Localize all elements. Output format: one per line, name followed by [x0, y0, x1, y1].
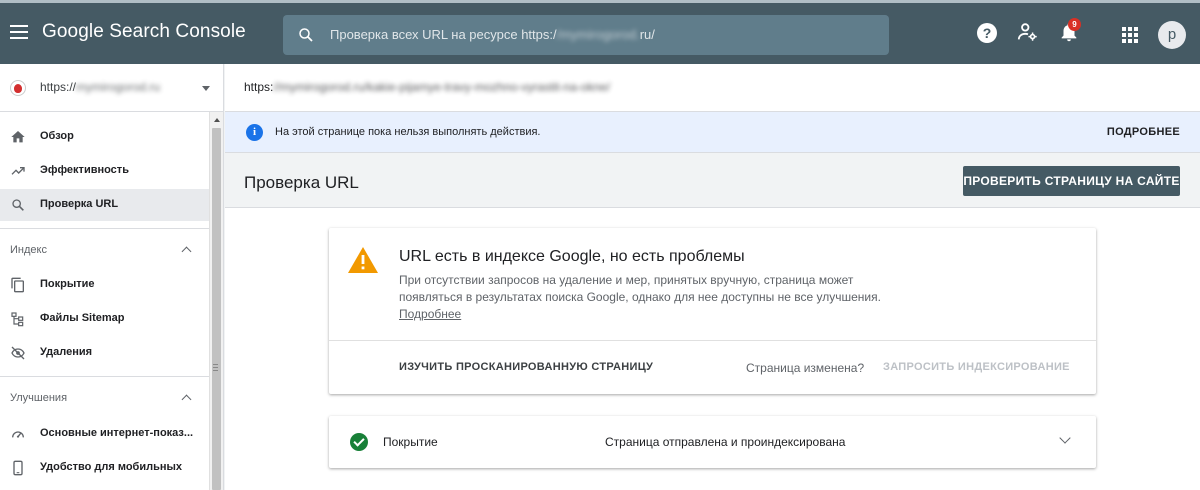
view-crawled-page-button[interactable]: ИЗУЧИТЬ ПРОСКАНИРОВАННУЮ СТРАНИЦУ [399, 361, 653, 373]
status-title: URL есть в индексе Google, но есть пробл… [399, 248, 745, 265]
page-changed-label: Страница изменена? [746, 361, 865, 375]
page-header: Проверка URL ПРОВЕРИТЬ СТРАНИЦУ НА САЙТЕ [225, 153, 1200, 208]
coverage-label: Покрытие [383, 435, 438, 449]
section-index[interactable]: Индекс [0, 240, 209, 264]
scrollbar-thumb[interactable] [212, 128, 221, 490]
chevron-down-icon[interactable] [1059, 432, 1071, 444]
sidebar-item-overview[interactable]: Обзор [0, 121, 209, 153]
scrollbar-grip-icon [213, 364, 218, 371]
sidebar-item-coverage[interactable]: Покрытие [0, 269, 209, 301]
search-icon [299, 28, 313, 42]
menu-icon[interactable] [10, 25, 28, 39]
app-title[interactable]: Google Search Console [42, 21, 246, 43]
divider [0, 376, 209, 377]
speed-gauge-icon [12, 431, 24, 438]
search-icon [12, 199, 24, 211]
help-icon[interactable]: ? [977, 23, 997, 43]
visibility-off-icon [11, 346, 25, 360]
sidebar-item-performance[interactable]: Эффективность [0, 155, 209, 187]
sidebar-item-mobile-usability[interactable]: Удобство для мобильных [0, 452, 209, 484]
main-content: URL есть в индексе Google, но есть пробл… [225, 208, 1200, 490]
sidebar-item-sitemaps[interactable]: Файлы Sitemap [0, 303, 209, 335]
sidebar-scrollbar[interactable] [209, 112, 223, 490]
sidebar-item-label: Эффективность [40, 164, 129, 176]
chevron-up-icon [181, 394, 192, 405]
sidebar-item-label: Обзор [40, 130, 74, 142]
coverage-value: Страница отправлена и проиндексирована [605, 435, 846, 449]
sidebar-item-label: Удобство для мобильных [40, 461, 183, 473]
test-live-url-button[interactable]: ПРОВЕРИТЬ СТРАНИЦУ НА САЙТЕ [963, 166, 1180, 196]
smartphone-icon [13, 460, 23, 476]
property-favicon-icon [10, 80, 26, 96]
request-indexing-button[interactable]: ЗАПРОСИТЬ ИНДЕКСИРОВАНИЕ [883, 361, 1070, 373]
top-app-bar: Google Search Console Проверка всех URL … [0, 0, 1200, 64]
info-banner: i На этой странице пока нельзя выполнять… [225, 112, 1200, 153]
property-selector[interactable]: https://mymirogorod.ru [0, 64, 224, 112]
section-improvements[interactable]: Улучшения [0, 388, 209, 412]
learn-more-link[interactable]: Подробнее [399, 307, 461, 321]
section-label: Индекс [10, 244, 47, 256]
section-label: Улучшения [10, 392, 68, 404]
account-avatar[interactable]: p [1158, 21, 1186, 49]
inspected-url: https://mymirogorod.ru/kakie-pijamye-tra… [244, 80, 611, 94]
divider [329, 340, 1096, 341]
notifications-badge: 9 [1068, 18, 1081, 31]
url-inspect-search-input[interactable]: Проверка всех URL на ресурсе https://mym… [283, 15, 889, 55]
info-icon: i [246, 124, 263, 141]
check-circle-icon [350, 433, 368, 451]
sidebar: https://mymirogorod.ru Обзор Эффективнос… [0, 64, 224, 490]
manage-users-icon[interactable] [1017, 21, 1039, 43]
sidebar-item-label: Покрытие [40, 278, 95, 290]
property-url: https://mymirogorod.ru [40, 80, 161, 94]
file-copy-icon [11, 277, 24, 293]
divider [0, 228, 209, 229]
info-banner-text: На этой странице пока нельзя выполнять д… [275, 126, 541, 138]
page-title: Проверка URL [244, 173, 359, 192]
sidebar-item-url-inspection[interactable]: Проверка URL [0, 189, 209, 221]
sitemap-icon [11, 312, 24, 327]
sidebar-item-core-web-vitals[interactable]: Основные интернет-показ... [0, 418, 209, 450]
warning-icon [348, 247, 378, 273]
blurred-domain: /mymirogorod. [556, 27, 640, 42]
apps-grid-icon[interactable] [1122, 27, 1138, 43]
search-placeholder: Проверка всех URL на ресурсе https://mym… [330, 27, 655, 42]
index-status-card: URL есть в индексе Google, но есть пробл… [329, 228, 1096, 394]
sidebar-item-label: Основные интернет-показ... [40, 427, 194, 439]
scroll-up-arrow-icon[interactable] [214, 118, 220, 122]
chevron-up-icon [181, 246, 192, 257]
trending-up-icon [11, 167, 25, 175]
sidebar-item-label: Файлы Sitemap [40, 312, 125, 324]
dropdown-arrow-icon [202, 86, 210, 91]
status-description: При отсутствии запросов на удаление и ме… [399, 273, 881, 321]
home-icon [11, 131, 25, 143]
inspected-url-bar: https://mymirogorod.ru/kakie-pijamye-tra… [225, 64, 1200, 112]
sidebar-item-label: Проверка URL [40, 198, 119, 210]
sidebar-item-label: Удаления [40, 346, 93, 358]
coverage-card[interactable]: Покрытие Страница отправлена и проиндекс… [329, 416, 1096, 468]
sidebar-item-removals[interactable]: Удаления [0, 337, 209, 369]
learn-more-button[interactable]: ПОДРОБНЕЕ [1107, 126, 1180, 138]
